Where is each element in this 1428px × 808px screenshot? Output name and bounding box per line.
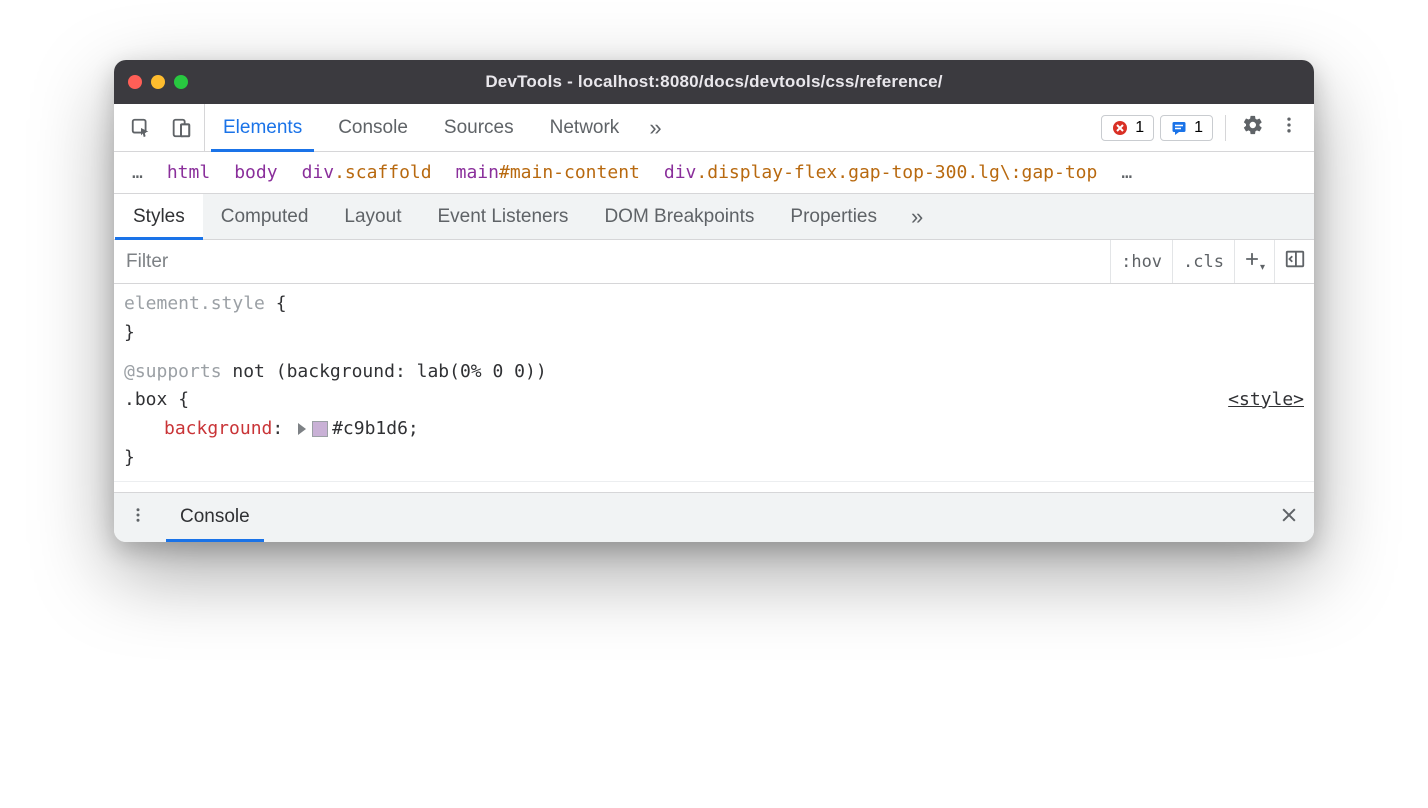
- cls-toggle-button[interactable]: .cls: [1172, 240, 1234, 283]
- dropdown-caret-icon: ▾: [1260, 262, 1265, 273]
- messages-badge[interactable]: 1: [1160, 115, 1213, 141]
- selector-text: element.style: [124, 293, 265, 314]
- selector-text: .box: [124, 389, 167, 410]
- breadcrumb-item-body[interactable]: body: [222, 162, 289, 183]
- message-icon: [1170, 119, 1188, 137]
- window-title: DevTools - localhost:8080/docs/devtools/…: [114, 72, 1314, 92]
- subtab-layout[interactable]: Layout: [326, 194, 419, 239]
- style-rule-box[interactable]: @supports not (background: lab(0% 0 0)) …: [124, 358, 1304, 473]
- drawer-close-button[interactable]: [1264, 493, 1314, 542]
- elements-subtabs: Styles Computed Layout Event Listeners D…: [114, 194, 1314, 240]
- subtab-dom-breakpoints[interactable]: DOM Breakpoints: [586, 194, 772, 239]
- gear-icon: [1242, 114, 1264, 141]
- css-declaration[interactable]: background: #c9b1d6;: [124, 415, 1304, 444]
- breadcrumb-item-main[interactable]: main#main-content: [444, 162, 652, 183]
- console-drawer: Console: [114, 492, 1314, 542]
- errors-count: 1: [1135, 119, 1144, 137]
- styles-filter-row: :hov .cls ▾: [114, 240, 1314, 284]
- tab-network[interactable]: Network: [532, 104, 638, 151]
- drawer-spacer: [268, 493, 1264, 542]
- tab-sources[interactable]: Sources: [426, 104, 532, 151]
- styles-pane: element.style { } @supports not (backgro…: [114, 284, 1314, 492]
- styles-filter-input[interactable]: [114, 240, 1110, 283]
- hover-toggle-button[interactable]: :hov: [1110, 240, 1172, 283]
- settings-button[interactable]: [1238, 113, 1268, 143]
- css-property: background: [164, 418, 272, 439]
- subtab-styles[interactable]: Styles: [114, 194, 203, 239]
- tab-network-label: Network: [550, 117, 620, 139]
- drawer-tab-console[interactable]: Console: [162, 493, 268, 542]
- device-toolbar-icon[interactable]: [166, 113, 196, 143]
- tab-sources-label: Sources: [444, 117, 514, 139]
- css-value: #c9b1d6: [332, 418, 408, 439]
- chevron-double-right-icon: »: [911, 204, 923, 230]
- inspect-element-icon[interactable]: [126, 113, 156, 143]
- close-icon: [1279, 505, 1299, 530]
- toolbar-right-group: 1 1: [1091, 104, 1314, 151]
- drawer-more-button[interactable]: [114, 493, 162, 542]
- breadcrumb-item-div-flex[interactable]: div.display-flex.gap-top-300.lg\:gap-top: [652, 162, 1109, 183]
- panel-toggle-icon: [1284, 248, 1306, 275]
- computed-sidebar-toggle[interactable]: [1274, 240, 1314, 283]
- devtools-window: DevTools - localhost:8080/docs/devtools/…: [114, 60, 1314, 542]
- maximize-window-button[interactable]: [174, 75, 188, 89]
- tab-console-label: Console: [338, 117, 408, 139]
- dom-breadcrumb: … html body div.scaffold main#main-conte…: [114, 152, 1314, 194]
- breadcrumb-leading-ellipsis[interactable]: …: [120, 162, 155, 183]
- subtab-properties[interactable]: Properties: [772, 194, 895, 239]
- subtab-event-listeners[interactable]: Event Listeners: [419, 194, 586, 239]
- breadcrumb-item-html[interactable]: html: [155, 162, 222, 183]
- error-icon: [1111, 119, 1129, 137]
- subtabs-overflow-button[interactable]: »: [895, 194, 939, 239]
- tab-elements-label: Elements: [223, 117, 302, 139]
- at-rule-condition: not (background: lab(0% 0 0)): [222, 361, 547, 382]
- more-options-button[interactable]: [1274, 113, 1304, 143]
- color-swatch[interactable]: [312, 421, 328, 437]
- kebab-icon: [129, 506, 147, 529]
- tab-elements[interactable]: Elements: [205, 104, 320, 151]
- close-window-button[interactable]: [128, 75, 142, 89]
- chevron-double-right-icon: »: [649, 115, 661, 141]
- expand-shorthand-icon[interactable]: [298, 423, 306, 435]
- style-rule-element-style[interactable]: element.style { }: [124, 290, 1304, 348]
- main-toolbar: Elements Console Sources Network » 1 1: [114, 104, 1314, 152]
- breadcrumb-trailing-ellipsis[interactable]: …: [1109, 162, 1144, 183]
- new-style-rule-button[interactable]: ▾: [1234, 240, 1274, 283]
- toolbar-separator: [1225, 115, 1226, 141]
- kebab-icon: [1279, 115, 1299, 140]
- traffic-lights: [128, 75, 188, 89]
- rule-separator: [114, 481, 1314, 482]
- plus-icon: [1242, 249, 1262, 274]
- titlebar: DevTools - localhost:8080/docs/devtools/…: [114, 60, 1314, 104]
- breadcrumb-item-div-scaffold[interactable]: div.scaffold: [290, 162, 444, 183]
- messages-count: 1: [1194, 119, 1203, 137]
- stylesheet-source-link[interactable]: <style>: [1228, 386, 1304, 415]
- panel-tabs: Elements Console Sources Network »: [205, 104, 1091, 151]
- errors-badge[interactable]: 1: [1101, 115, 1154, 141]
- subtab-computed[interactable]: Computed: [203, 194, 327, 239]
- tab-console[interactable]: Console: [320, 104, 426, 151]
- minimize-window-button[interactable]: [151, 75, 165, 89]
- tabs-overflow-button[interactable]: »: [637, 104, 673, 151]
- toolbar-left-group: [114, 104, 205, 151]
- at-rule-keyword: @supports: [124, 361, 222, 382]
